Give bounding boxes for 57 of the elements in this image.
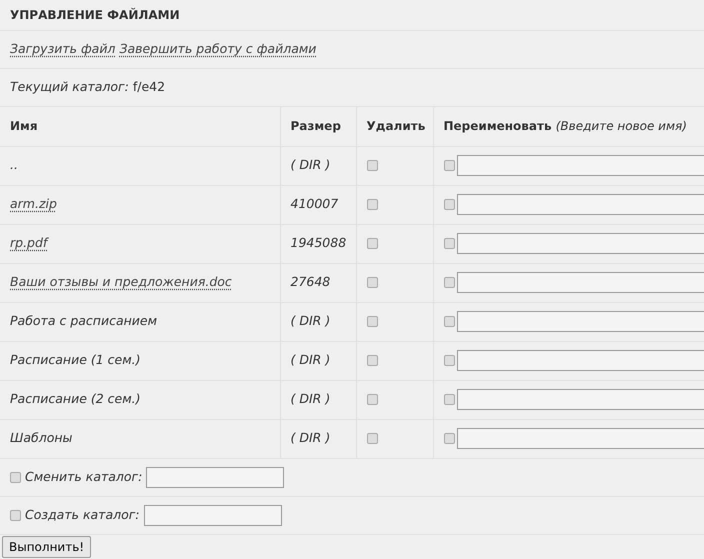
file-name: Шаблоны — [10, 430, 72, 446]
file-name: .. — [10, 157, 18, 172]
checkbox[interactable] — [10, 510, 21, 520]
rename-field[interactable] — [456, 428, 704, 449]
file-size: 1945088 — [290, 235, 346, 250]
file-size: 410007 — [290, 196, 338, 212]
page-title: УПРАВЛЕНИЕ ФАЙЛАМИ — [10, 6, 180, 24]
rename-field[interactable] — [456, 155, 704, 176]
rename-field[interactable] — [456, 389, 704, 410]
action-link[interactable]: Завершить работу с файлами — [119, 40, 316, 59]
checkbox[interactable] — [366, 160, 378, 172]
checkbox[interactable] — [366, 238, 378, 250]
column-header: Удалить — [366, 119, 426, 134]
dir-name-field[interactable] — [144, 504, 282, 526]
checkbox[interactable] — [10, 472, 21, 482]
file-link[interactable]: rp.pdf — [10, 235, 48, 250]
file-size: ( DIR ) — [290, 352, 330, 368]
option-label: Сменить каталог: — [25, 468, 142, 486]
file-link[interactable]: arm.zip — [10, 196, 57, 212]
file-size: ( DIR ) — [290, 391, 330, 406]
checkbox[interactable] — [444, 277, 454, 288]
file-name: Работа с расписанием — [10, 313, 158, 328]
checkbox[interactable] — [444, 355, 454, 366]
action-link[interactable]: Загрузить файл — [10, 40, 116, 59]
rename-field[interactable] — [456, 350, 704, 371]
checkbox[interactable] — [366, 277, 378, 288]
option-label: Создать каталог: — [25, 506, 140, 524]
checkbox[interactable] — [366, 355, 378, 366]
checkbox[interactable] — [444, 433, 454, 444]
checkbox[interactable] — [366, 316, 378, 328]
checkbox[interactable] — [366, 394, 378, 406]
current-dir-value: f/e42 — [132, 78, 166, 96]
column-header: Переименовать — [444, 119, 552, 134]
file-link[interactable]: Ваши отзывы и предложения.doc — [10, 274, 232, 290]
submit-button[interactable]: Выполнить! — [2, 536, 92, 558]
rename-field[interactable] — [456, 272, 704, 293]
file-name: Расписание (2 сем.) — [10, 391, 141, 406]
checkbox[interactable] — [366, 433, 378, 444]
file-name: Расписание (1 сем.) — [10, 352, 141, 368]
file-size: ( DIR ) — [290, 430, 330, 446]
rename-field[interactable] — [456, 194, 704, 215]
column-header: Имя — [10, 119, 38, 134]
rename-field[interactable] — [456, 311, 704, 332]
rename-field[interactable] — [456, 233, 704, 254]
file-size: ( DIR ) — [290, 157, 330, 172]
file-size: ( DIR ) — [290, 313, 330, 328]
checkbox[interactable] — [444, 160, 454, 171]
dir-name-field[interactable] — [146, 466, 284, 488]
checkbox[interactable] — [444, 394, 454, 405]
current-dir-label: Текущий каталог: — [10, 78, 129, 96]
checkbox[interactable] — [444, 238, 454, 249]
column-header: Размер — [290, 119, 341, 134]
checkbox[interactable] — [444, 199, 454, 210]
file-size: 27648 — [290, 274, 330, 290]
checkbox[interactable] — [444, 316, 454, 327]
column-hint: (Введите новое имя) — [556, 119, 687, 134]
checkbox[interactable] — [366, 199, 378, 210]
